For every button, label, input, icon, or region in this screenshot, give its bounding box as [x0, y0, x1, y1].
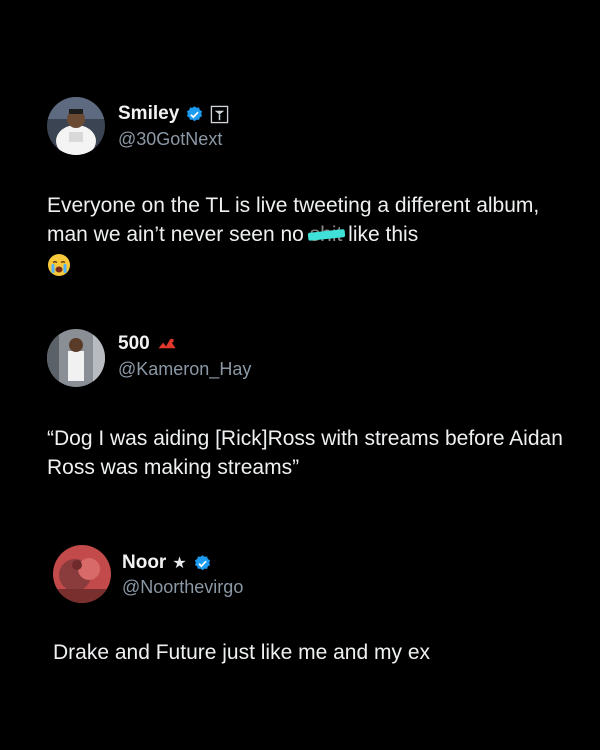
- avatar[interactable]: [53, 545, 111, 603]
- tweet-text-end: like this: [342, 223, 419, 246]
- flag-pennant-icon: [211, 105, 229, 123]
- tweet-text: Everyone on the TL is live tweeting a di…: [47, 191, 567, 285]
- display-name[interactable]: Smiley: [118, 103, 179, 125]
- tweet-text: “Dog I was aiding [Rick]Ross with stream…: [47, 427, 563, 479]
- censored-word: shit: [307, 220, 345, 249]
- display-name[interactable]: Noor: [122, 552, 166, 574]
- decorative-emblem-icon: [158, 338, 176, 348]
- user-handle[interactable]: @Kameron_Hay: [118, 359, 251, 380]
- tweet-text: Drake and Future just like me and my ex: [53, 641, 430, 664]
- avatar[interactable]: [47, 329, 105, 387]
- tweet-text-start: Everyone on the TL is live tweeting a di…: [47, 194, 540, 246]
- avatar[interactable]: [47, 97, 105, 155]
- verified-badge-icon: [194, 554, 210, 570]
- star-icon: ★: [172, 555, 187, 572]
- user-handle[interactable]: @Noorthevirgo: [122, 577, 243, 598]
- display-name[interactable]: 500: [118, 333, 150, 355]
- verified-badge-icon: [187, 105, 203, 121]
- user-handle[interactable]: @30GotNext: [118, 129, 222, 150]
- loudly-crying-face-emoji: [48, 254, 70, 276]
